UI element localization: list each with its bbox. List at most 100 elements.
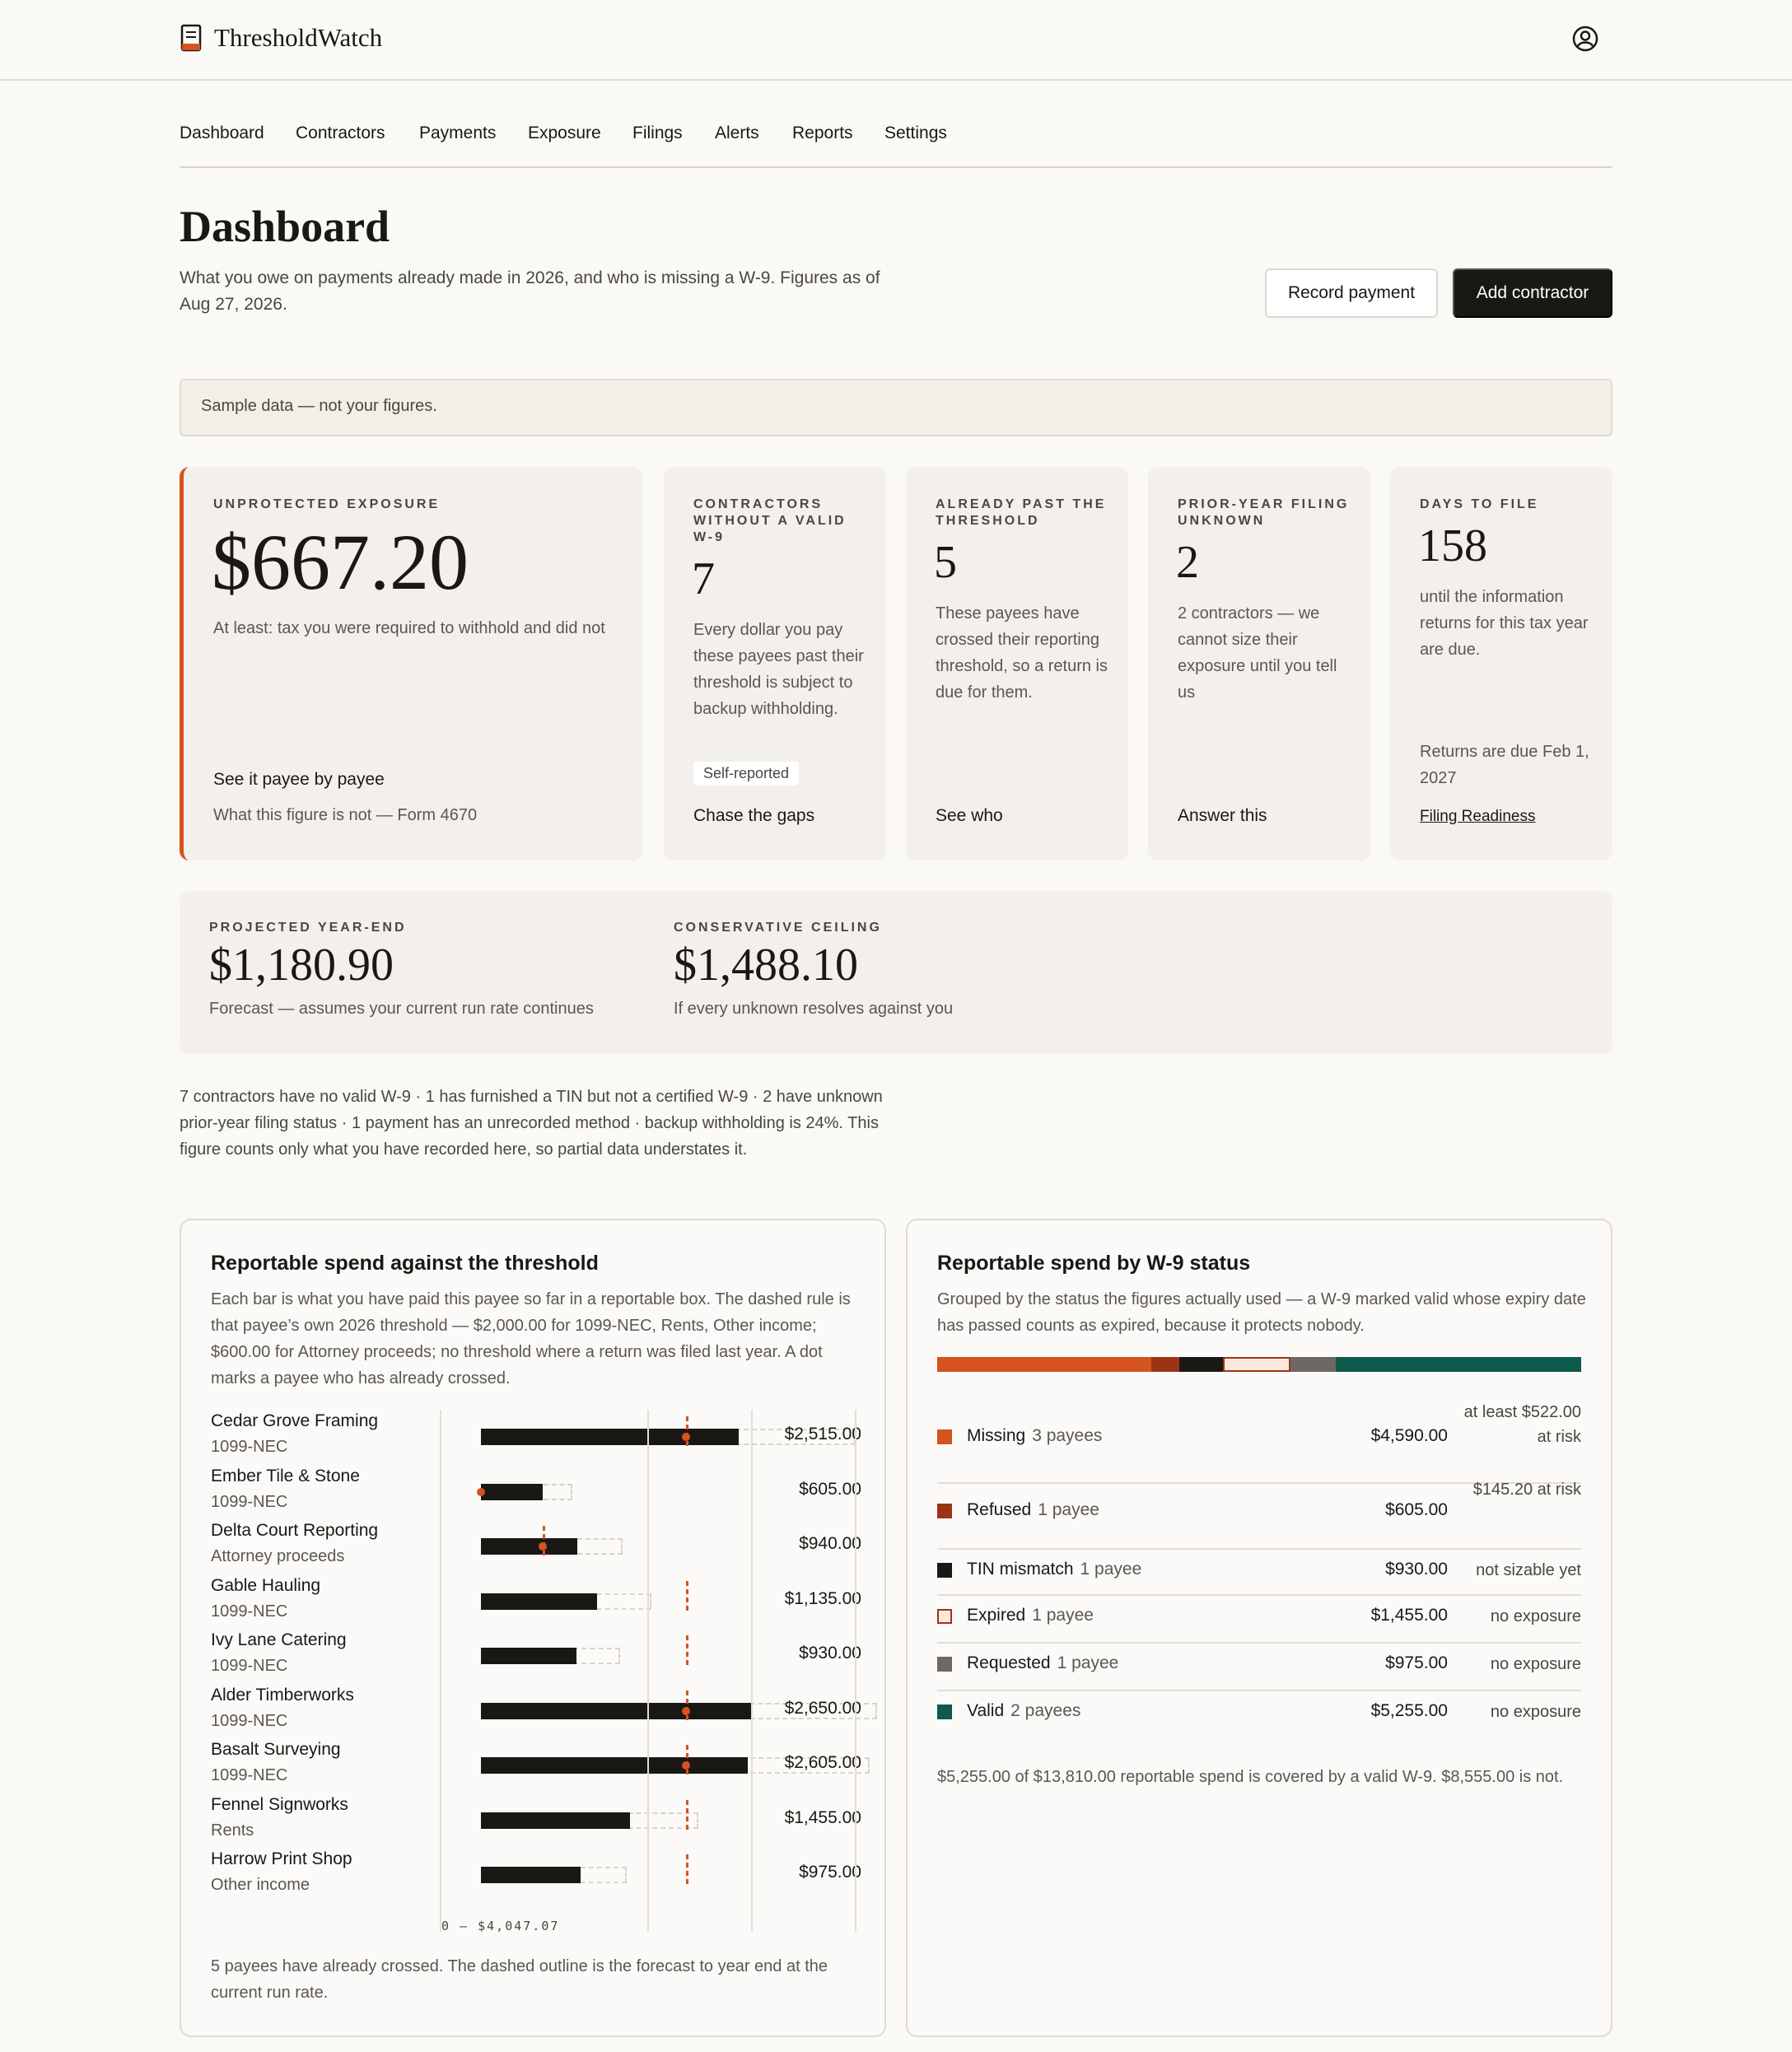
threshold-rule (686, 1799, 689, 1830)
crossed-dot (682, 1761, 691, 1770)
projected-label: PROJECTED YEAR-END (209, 921, 407, 935)
payee-name: Gable Hauling (211, 1575, 321, 1595)
nav-exposure[interactable]: Exposure (528, 124, 601, 143)
paid-amount: $2,515.00 (784, 1425, 861, 1443)
status-label: Requested (967, 1653, 1051, 1672)
form-4670-link[interactable]: What this figure is not — Form 4670 (213, 806, 477, 825)
axis-end-line (751, 1410, 753, 1932)
payee-form: 1099-NEC (211, 1492, 288, 1511)
payee-name: Fennel Signworks (211, 1794, 348, 1814)
status-row[interactable]: Refused 1 payee $605.00 $145.20 at risk (937, 1481, 1581, 1550)
top-bar: ThresholdWatch (0, 0, 1792, 81)
projected-desc: Forecast — assumes your current run rate… (209, 1000, 594, 1018)
status-label: Valid (967, 1701, 1005, 1720)
paid-amount: $1,455.00 (784, 1807, 861, 1827)
exposure-summary: 7 contractors have no valid W-9 · 1 has … (180, 1088, 883, 1159)
status-row[interactable]: Valid 2 payees $5,255.00 no exposure (937, 1691, 1581, 1739)
payee-row[interactable]: Ivy Lane Catering 1099-NEC $930.00 (211, 1630, 861, 1685)
nav-reports[interactable]: Reports (792, 124, 853, 143)
nav-contractors[interactable]: Contractors (296, 124, 385, 143)
payee-name: Cedar Grove Framing (211, 1411, 379, 1430)
status-label: Expired (967, 1606, 1026, 1625)
threshold-rule (686, 1580, 689, 1611)
paid-bar (481, 1812, 631, 1829)
status-segment (1150, 1357, 1180, 1372)
w9-status-panel: Reportable spend by W-9 status Grouped b… (906, 1219, 1612, 2037)
status-name: TIN mismatch 1 payee (967, 1560, 1141, 1579)
threshold-rule (542, 1526, 545, 1555)
chase-gaps-link[interactable]: Chase the gaps (693, 806, 814, 826)
status-row[interactable]: Expired 1 payee $1,455.00 no exposure (937, 1596, 1581, 1644)
payee-form: Other income (211, 1876, 310, 1894)
crossed-dot (538, 1542, 547, 1551)
main-nav: Dashboard Contractors Payments Exposure … (180, 115, 1612, 168)
status-row[interactable]: TIN mismatch 1 payee $930.00 not sizable ye… (937, 1550, 1581, 1596)
past-threshold-card: ALREADY PAST THE THRESHOLD 5 These payee… (906, 467, 1128, 860)
status-name: Refused 1 payee (967, 1500, 1099, 1520)
status-row[interactable]: Requested 1 payee $975.00 no exposure (937, 1644, 1581, 1691)
payee-form: 1099-NEC (211, 1602, 288, 1621)
threshold-panel: Reportable spend against the threshold E… (180, 1219, 886, 2037)
nav-dashboard[interactable]: Dashboard (180, 124, 264, 143)
days-to-file-card: DAYS TO FILE 158 until the information r… (1390, 467, 1612, 860)
status-segment (1222, 1357, 1291, 1372)
w9-status-desc: Grouped by the status the figures actual… (937, 1290, 1586, 1335)
payee-name: Basalt Surveying (211, 1740, 341, 1759)
status-risk: not sizable yet (1476, 1561, 1581, 1579)
payee-row[interactable]: Delta Court Reporting Attorney proceeds $9… (211, 1521, 861, 1575)
nav-alerts[interactable]: Alerts (715, 124, 759, 143)
payee-row[interactable]: Fennel Signworks Rents $1,455.00 (211, 1795, 861, 1849)
payee-row[interactable]: Cedar Grove Framing 1099-NEC $2,515.00 (211, 1411, 861, 1466)
threshold-panel-footer: 5 payees have already crossed. The dashe… (211, 1957, 828, 2002)
projection-strip: PROJECTED YEAR-END $1,180.90 Forecast — … (180, 891, 1612, 1054)
projected-value: $1,180.90 (209, 940, 394, 991)
payee-form: 1099-NEC (211, 1711, 288, 1730)
payee-name: Ivy Lane Catering (211, 1630, 347, 1649)
see-payee-link[interactable]: See it payee by payee (213, 770, 385, 790)
status-amount: $975.00 (1385, 1653, 1448, 1672)
status-label: TIN mismatch (967, 1560, 1074, 1579)
payee-row[interactable]: Harrow Print Shop Other income $975.00 (211, 1849, 861, 1904)
nav-settings[interactable]: Settings (884, 124, 947, 143)
status-count: 1 payee (1080, 1560, 1142, 1579)
answer-this-link[interactable]: Answer this (1178, 806, 1267, 826)
see-who-link[interactable]: See who (936, 806, 1003, 826)
paid-amount: $2,650.00 (784, 1698, 861, 1718)
payee-row[interactable]: Basalt Surveying 1099-NEC $2,605.00 (211, 1740, 870, 1794)
page-subtitle: What you owe on payments already made in… (180, 268, 880, 314)
paid-amount: $940.00 (799, 1534, 861, 1553)
status-segment (1179, 1357, 1223, 1372)
paid-bar (481, 1648, 576, 1664)
payee-row[interactable]: Alder Timberworks 1099-NEC $2,650.00 (211, 1685, 877, 1740)
crossed-dot (682, 1706, 691, 1715)
payee-name: Harrow Print Shop (211, 1849, 352, 1868)
payee-row[interactable]: Gable Hauling 1099-NEC $1,135.00 (211, 1576, 861, 1630)
nav-filings[interactable]: Filings (632, 124, 683, 143)
status-name: Requested 1 payee (967, 1653, 1118, 1673)
status-swatch (937, 1705, 952, 1719)
payee-row[interactable]: Ember Tile & Stone 1099-NEC $605.00 (211, 1467, 861, 1521)
record-payment-button[interactable]: Record payment (1265, 268, 1438, 318)
exposure-value: $667.20 (212, 518, 469, 606)
status-name: Missing 3 payees (967, 1426, 1102, 1446)
w9-status-footer: $5,255.00 of $13,810.00 reportable spend… (937, 1768, 1564, 1786)
status-count: 2 payees (1010, 1701, 1081, 1720)
add-contractor-button[interactable]: Add contractor (1453, 268, 1612, 318)
no-w9-label: CONTRACTORS WITHOUT A VALID W-9 (693, 497, 847, 544)
exposure-desc: At least: tax you were required to withh… (213, 619, 605, 637)
status-swatch (937, 1563, 952, 1578)
paid-bar (481, 1483, 544, 1500)
account-icon[interactable] (1571, 25, 1599, 53)
past-threshold-value: 5 (934, 537, 957, 588)
payee-name: Alder Timberworks (211, 1685, 354, 1705)
status-label: Refused (967, 1500, 1032, 1519)
exposure-card: UNPROTECTED EXPOSURE $667.20 At least: t… (180, 467, 642, 860)
filing-readiness-link[interactable]: Filing Readiness (1420, 808, 1535, 826)
nav-payments[interactable]: Payments (419, 124, 496, 143)
threshold-rule (686, 1416, 689, 1446)
brand[interactable]: ThresholdWatch (180, 23, 382, 53)
paid-bar (481, 1702, 754, 1719)
status-amount: $4,590.00 (1370, 1426, 1448, 1445)
paid-bar (481, 1757, 749, 1774)
status-row[interactable]: Missing 3 payees $4,590.00 at least $522.00… (937, 1401, 1581, 1484)
